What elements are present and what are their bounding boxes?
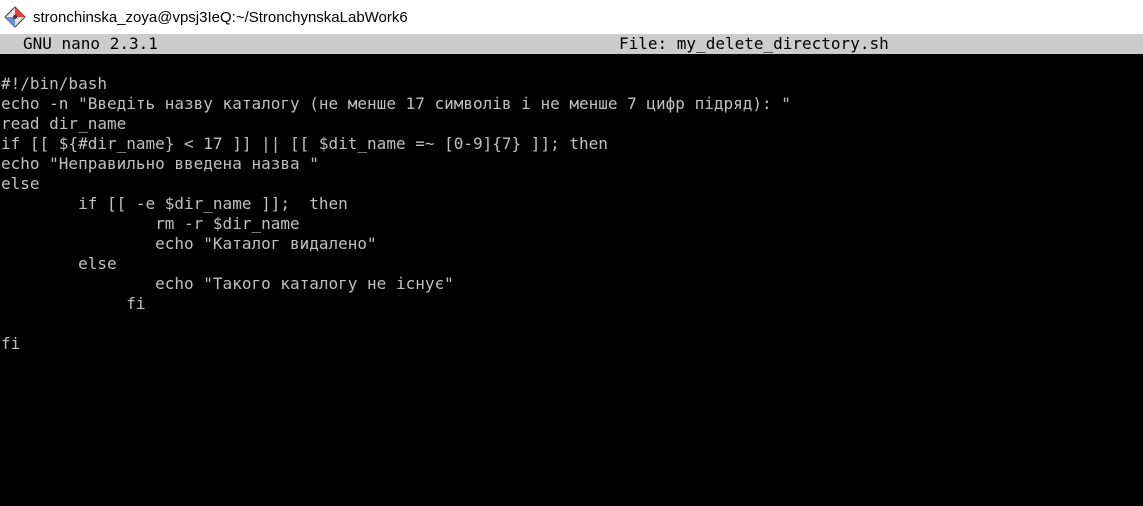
code-line[interactable] xyxy=(1,314,1141,334)
nano-version-label: GNU nano 2.3.1 xyxy=(23,34,158,53)
code-line[interactable]: read dir_name xyxy=(1,114,1141,134)
code-line[interactable]: rm -r $dir_name xyxy=(1,214,1141,234)
code-line[interactable]: fi xyxy=(1,334,1141,354)
code-line[interactable]: if [[ -e $dir_name ]]; then xyxy=(1,194,1141,214)
nano-header-bar: GNU nano 2.3.1 File: my_delete_directory… xyxy=(0,34,1143,54)
code-line[interactable]: fi xyxy=(1,294,1141,314)
window-titlebar[interactable]: stronchinska_zoya@vpsj3IeQ:~/Stronchynsk… xyxy=(0,0,1143,34)
window-title: stronchinska_zoya@vpsj3IeQ:~/Stronchynsk… xyxy=(33,8,408,26)
code-line[interactable]: echo "Такого каталогу не існує" xyxy=(1,274,1141,294)
code-line[interactable]: #!/bin/bash xyxy=(1,74,1141,94)
code-line[interactable]: else xyxy=(1,174,1141,194)
nano-file-label: File: my_delete_directory.sh xyxy=(619,34,889,53)
code-line[interactable]: echo "Каталог видалено" xyxy=(1,234,1141,254)
code-line[interactable]: echo "Неправильно введена назва " xyxy=(1,154,1141,174)
code-line[interactable]: else xyxy=(1,254,1141,274)
code-line[interactable]: echo -n "Введіть назву каталогу (не менш… xyxy=(1,94,1141,114)
git-bash-icon xyxy=(3,5,27,29)
editor-text-area[interactable]: #!/bin/bash echo -n "Введіть назву катало… xyxy=(1,74,1141,354)
code-line[interactable]: if [[ ${#dir_name} < 17 ]] || [[ $dit_na… xyxy=(1,134,1141,154)
